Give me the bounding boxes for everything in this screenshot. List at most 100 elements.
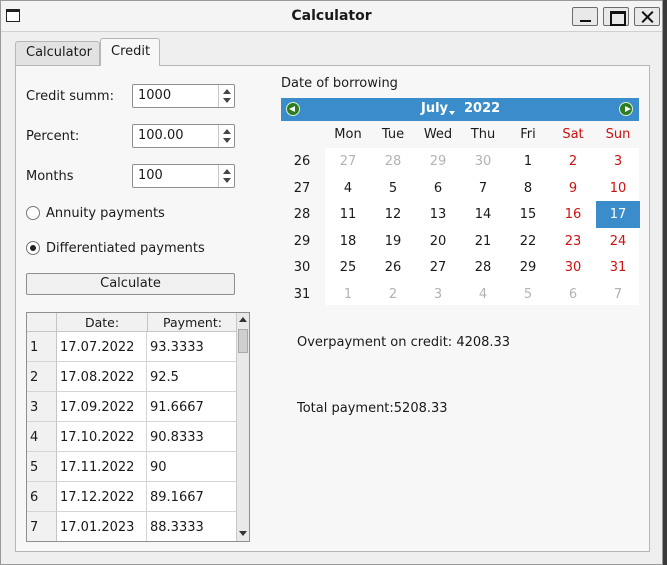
calendar-day[interactable]: 24 [596,228,640,255]
calendar-day[interactable]: 10 [596,175,640,202]
calendar-day[interactable]: 31 [596,254,640,281]
calendar-day[interactable]: 16 [551,201,595,228]
calendar-day[interactable]: 13 [416,201,460,228]
calendar-day[interactable]: 5 [506,281,550,308]
spin-arrows[interactable] [218,125,234,147]
calendar-day[interactable]: 4 [326,175,370,202]
spin-up-icon[interactable] [223,169,231,174]
annuity-label[interactable]: Annuity payments [46,206,165,221]
date-cell[interactable]: 17.09.2022 [57,392,147,422]
calendar-day[interactable]: 6 [416,175,460,202]
month-dropdown-icon[interactable] [449,111,455,115]
next-month-icon[interactable] [619,102,633,116]
differentiated-radio[interactable] [26,241,40,255]
calendar-day[interactable]: 26 [371,254,415,281]
calendar-day[interactable]: 22 [506,228,550,255]
percent-value[interactable]: 100.00 [138,128,184,143]
header-date[interactable]: Date: [57,315,147,330]
date-cell[interactable]: 17.08.2022 [57,362,147,392]
calendar-day[interactable]: 14 [461,201,505,228]
row-number[interactable]: 2 [27,362,57,392]
calendar-day[interactable]: 30 [461,148,505,175]
calendar-day[interactable]: 29 [416,148,460,175]
maximize-button[interactable] [603,7,629,26]
calendar-day[interactable]: 30 [551,254,595,281]
spin-arrows[interactable] [218,165,234,187]
calendar-day[interactable]: 9 [551,175,595,202]
payments-table[interactable]: Date: Payment: 1 17.07.2022 93.3333 2 17.08.… [26,312,250,542]
calendar-day[interactable]: 25 [326,254,370,281]
calendar-day[interactable]: 18 [326,228,370,255]
spin-down-icon[interactable] [223,178,231,183]
payment-cell[interactable]: 88.3333 [147,512,237,541]
calculate-button[interactable]: Calculate [26,273,235,295]
spin-up-icon[interactable] [223,129,231,134]
payment-cell[interactable]: 93.3333 [147,332,237,362]
calendar-day[interactable]: 27 [326,148,370,175]
month-selector[interactable]: July [421,101,448,116]
calendar-day[interactable]: 28 [461,254,505,281]
tab-credit[interactable]: Credit [100,38,160,66]
calendar-day[interactable]: 4 [461,281,505,308]
calendar-day[interactable]: 27 [416,254,460,281]
calendar-day[interactable]: 20 [416,228,460,255]
calendar-day[interactable]: 7 [596,281,640,308]
calendar-day[interactable]: 29 [506,254,550,281]
row-number[interactable]: 4 [27,422,57,452]
table-scrollbar[interactable] [236,313,249,541]
spin-up-icon[interactable] [223,89,231,94]
row-number[interactable]: 7 [27,512,57,541]
calendar-day[interactable]: 11 [326,201,370,228]
calendar-day[interactable]: 1 [326,281,370,308]
row-number[interactable]: 6 [27,482,57,512]
year-selector[interactable]: 2022 [464,101,500,116]
tab-calculator[interactable]: Calculator [15,41,100,65]
credit-summ-spinbox[interactable]: 1000 [132,84,235,108]
calendar-day[interactable]: 23 [551,228,595,255]
date-cell[interactable]: 17.07.2022 [57,332,147,362]
spin-down-icon[interactable] [223,138,231,143]
calendar-day[interactable]: 8 [506,175,550,202]
payment-cell[interactable]: 90 [147,452,237,482]
date-cell[interactable]: 17.12.2022 [57,482,147,512]
percent-spinbox[interactable]: 100.00 [132,124,235,148]
calendar-day[interactable]: 1 [506,148,550,175]
calendar-day[interactable]: 5 [371,175,415,202]
scroll-up-icon[interactable] [239,317,247,322]
payment-cell[interactable]: 91.6667 [147,392,237,422]
prev-month-icon[interactable] [286,102,300,116]
calendar-day[interactable]: 2 [551,148,595,175]
header-payment[interactable]: Payment: [148,315,237,330]
months-value[interactable]: 100 [138,168,163,183]
calendar-day[interactable]: 3 [596,148,640,175]
calendar-day[interactable]: 7 [461,175,505,202]
date-cell[interactable]: 17.10.2022 [57,422,147,452]
credit-summ-value[interactable]: 1000 [138,88,171,103]
calendar-day[interactable]: 21 [461,228,505,255]
date-cell[interactable]: 17.11.2022 [57,452,147,482]
minimize-button[interactable] [572,7,598,26]
annuity-radio[interactable] [26,206,40,220]
calendar-day[interactable]: 6 [551,281,595,308]
title-bar[interactable]: Calculator [1,1,662,32]
calendar-day[interactable]: 3 [416,281,460,308]
payment-cell[interactable]: 92.5 [147,362,237,392]
calendar-day[interactable]: 15 [506,201,550,228]
scroll-thumb[interactable] [238,329,248,353]
differentiated-label[interactable]: Differentiated payments [46,241,205,256]
close-button[interactable] [634,7,660,26]
calendar-day[interactable]: 19 [371,228,415,255]
date-cell[interactable]: 17.01.2023 [57,512,147,541]
payment-cell[interactable]: 90.8333 [147,422,237,452]
row-number[interactable]: 3 [27,392,57,422]
calendar-day-selected[interactable]: 17 [596,201,640,228]
row-number[interactable]: 1 [27,332,57,362]
calendar-day[interactable]: 12 [371,201,415,228]
calendar-day[interactable]: 2 [371,281,415,308]
row-number[interactable]: 5 [27,452,57,482]
spin-arrows[interactable] [218,85,234,107]
months-spinbox[interactable]: 100 [132,164,235,188]
payment-cell[interactable]: 89.1667 [147,482,237,512]
spin-down-icon[interactable] [223,98,231,103]
calendar-day[interactable]: 28 [371,148,415,175]
